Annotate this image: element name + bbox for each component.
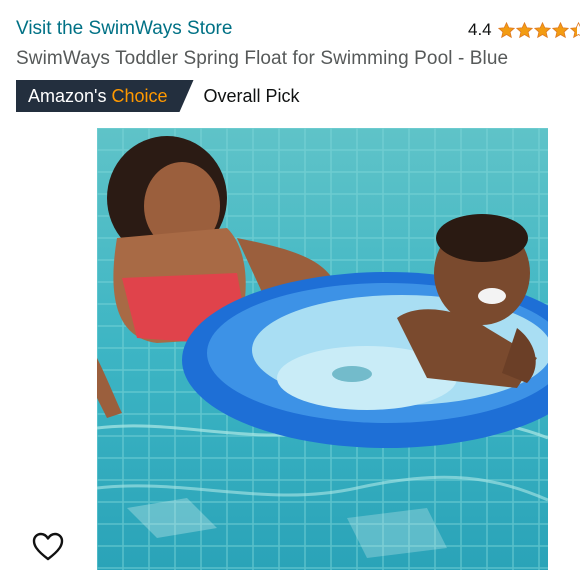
visit-store-link[interactable]: Visit the SwimWays Store (16, 18, 232, 40)
star-icon (533, 21, 551, 38)
stars-row (497, 21, 580, 39)
star-icon (551, 21, 569, 38)
star-icon (515, 21, 533, 38)
product-image[interactable] (97, 128, 548, 570)
heart-outline-icon[interactable] (30, 530, 66, 564)
rating-value: 4.4 (468, 20, 492, 39)
badge-accent: Choice (111, 85, 168, 106)
amazons-choice-badge[interactable]: Amazon's Choice (16, 80, 194, 112)
badge-row: Amazon's Choice Overall Pick (16, 80, 300, 112)
product-title: SwimWays Toddler Spring Float for Swimmi… (16, 48, 509, 69)
overall-pick-label: Overall Pick (203, 85, 300, 106)
star-rating[interactable]: 4.4 (468, 20, 580, 40)
badge-prefix: Amazon's (28, 85, 107, 106)
star-icon (497, 21, 515, 38)
star-icon (569, 21, 580, 38)
